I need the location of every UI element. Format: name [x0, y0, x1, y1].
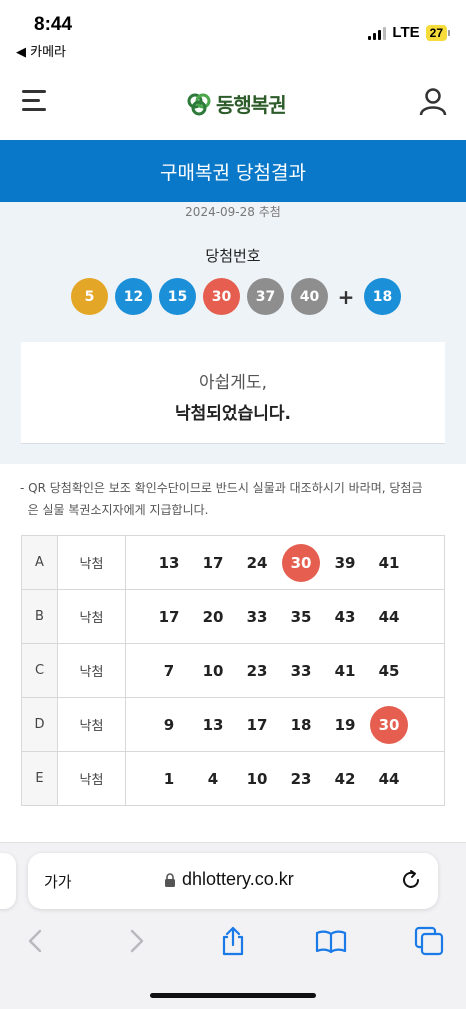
ticket-numbers: 13 17 24 30 39 41	[125, 535, 445, 590]
ticket-number: 35	[290, 607, 312, 626]
ticket-number: 41	[378, 553, 400, 572]
ticket-result: 낙첨	[57, 697, 126, 752]
page-title: 구매복권 당첨결과	[160, 161, 306, 184]
status-indicators: LTE 27	[368, 24, 450, 41]
ticket-number: 43	[334, 607, 356, 626]
qr-notice-line2: 은 실물 복권소지자에게 지급합니다.	[20, 503, 209, 517]
ticket-number: 13	[202, 715, 224, 734]
ticket-number: 44	[378, 607, 400, 626]
ticket-row: E 낙첨 1 4 10 23 42 44	[21, 751, 445, 806]
qr-notice: - QR 당첨확인은 보조 확인수단이므로 반드시 실물과 대조하시기 바라며,…	[20, 477, 450, 521]
share-icon[interactable]	[217, 925, 249, 957]
ticket-number: 10	[202, 661, 224, 680]
qr-notice-line1: - QR 당첨확인은 보조 확인수단이므로 반드시 실물과 대조하시기 바라며,…	[20, 481, 423, 495]
user-icon[interactable]	[418, 86, 448, 116]
plus-sign: +	[337, 284, 355, 309]
browser-toolbar	[0, 925, 466, 965]
ticket-numbers: 7 10 23 33 41 45	[125, 643, 445, 698]
url-text[interactable]: dhlottery.co.kr	[182, 869, 294, 890]
back-to-camera-link[interactable]: ◀ 카메라	[16, 41, 66, 60]
draw-result-section: 2024-09-28 추첨 당첨번호 5 12 15 30 37 40 + 18…	[0, 202, 466, 464]
ticket-numbers: 17 20 33 35 43 44	[125, 589, 445, 644]
ticket-results-table: A 낙첨 13 17 24 30 39 41 B 낙첨 17 20 33 35 43 44 C 낙첨 7 10 23 33…	[21, 535, 445, 806]
winning-ball: 37	[247, 278, 284, 315]
ticket-slot: D	[21, 697, 58, 752]
ticket-number: 41	[334, 661, 356, 680]
winning-ball: 40	[291, 278, 328, 315]
ticket-number: 42	[334, 769, 356, 788]
home-indicator[interactable]	[150, 993, 316, 998]
draw-date: 2024-09-28 추첨	[185, 205, 281, 219]
ticket-row: A 낙첨 13 17 24 30 39 41	[21, 535, 445, 590]
ticket-number: 17	[246, 715, 268, 734]
ticket-numbers: 9 13 17 18 19 30	[125, 697, 445, 752]
ticket-number: 9	[163, 715, 175, 734]
ticket-slot: C	[21, 643, 58, 698]
ticket-number: 23	[246, 661, 268, 680]
ticket-number: 24	[246, 553, 268, 572]
ticket-row: B 낙첨 17 20 33 35 43 44	[21, 589, 445, 644]
page-title-band: 구매복권 당첨결과	[0, 140, 466, 202]
result-message-box: 아쉽게도, 낙첨되었습니다.	[21, 342, 445, 444]
ticket-result: 낙첨	[57, 535, 126, 590]
book-icon[interactable]	[315, 925, 347, 957]
chevron-left-icon[interactable]	[20, 925, 52, 957]
ticket-number: 19	[334, 715, 356, 734]
winning-ball: 12	[115, 278, 152, 315]
battery-level: 27	[425, 24, 447, 41]
ticket-number-hit: 30	[282, 543, 320, 582]
ticket-number: 7	[163, 661, 175, 680]
lock-icon	[165, 873, 175, 887]
network-label: LTE	[392, 24, 420, 41]
winning-numbers-label: 당첨번호	[205, 247, 261, 265]
reload-icon[interactable]	[400, 869, 422, 891]
tabs-icon[interactable]	[413, 925, 445, 957]
result-message-line1: 아쉽게도,	[199, 373, 267, 393]
signal-icon	[368, 26, 387, 40]
ticket-number: 4	[207, 769, 219, 788]
ticket-result: 낙첨	[57, 751, 126, 806]
ticket-number: 39	[334, 553, 356, 572]
ticket-result: 낙첨	[57, 589, 126, 644]
text-size-button[interactable]: 가가	[44, 871, 72, 892]
battery-icon: 27	[425, 24, 450, 41]
ticket-number: 44	[378, 769, 400, 788]
ticket-number-hit: 30	[370, 705, 408, 744]
site-header: 동행복권	[0, 62, 466, 140]
ticket-number: 23	[290, 769, 312, 788]
status-bar: 8:44 ◀ 카메라 LTE 27	[0, 0, 466, 62]
ticket-number: 10	[246, 769, 268, 788]
ticket-number: 33	[246, 607, 268, 626]
ticket-slot: E	[21, 751, 58, 806]
winning-ball: 5	[71, 278, 108, 315]
winning-ball: 15	[159, 278, 196, 315]
ticket-slot: A	[21, 535, 58, 590]
clover-logo-icon	[187, 93, 211, 115]
status-time: 8:44	[34, 14, 73, 35]
ticket-number: 17	[158, 607, 180, 626]
hamburger-icon[interactable]	[22, 90, 46, 112]
ticket-number: 1	[163, 769, 175, 788]
chevron-right-icon[interactable]	[120, 925, 152, 957]
ticket-numbers: 1 4 10 23 42 44	[125, 751, 445, 806]
site-logo[interactable]: 동행복권	[186, 89, 287, 118]
ticket-row: C 낙첨 7 10 23 33 41 45	[21, 643, 445, 698]
ticket-number: 33	[290, 661, 312, 680]
bonus-ball: 18	[364, 278, 401, 315]
ticket-number: 18	[290, 715, 312, 734]
winning-ball: 30	[203, 278, 240, 315]
ticket-row: D 낙첨 9 13 17 18 19 30	[21, 697, 445, 752]
previous-tab-peek[interactable]	[0, 853, 16, 909]
ticket-number: 45	[378, 661, 400, 680]
ticket-slot: B	[21, 589, 58, 644]
ticket-number: 20	[202, 607, 224, 626]
ticket-result: 낙첨	[57, 643, 126, 698]
ticket-number: 13	[158, 553, 180, 572]
winning-numbers: 5 12 15 30 37 40 + 18	[71, 278, 401, 315]
browser-chrome: 가가 dhlottery.co.kr	[0, 842, 466, 1009]
logo-text: 동행복권	[216, 93, 287, 117]
ticket-number: 17	[202, 553, 224, 572]
result-message-line2: 낙첨되었습니다.	[175, 404, 291, 424]
address-bar[interactable]: 가가 dhlottery.co.kr	[28, 853, 438, 909]
